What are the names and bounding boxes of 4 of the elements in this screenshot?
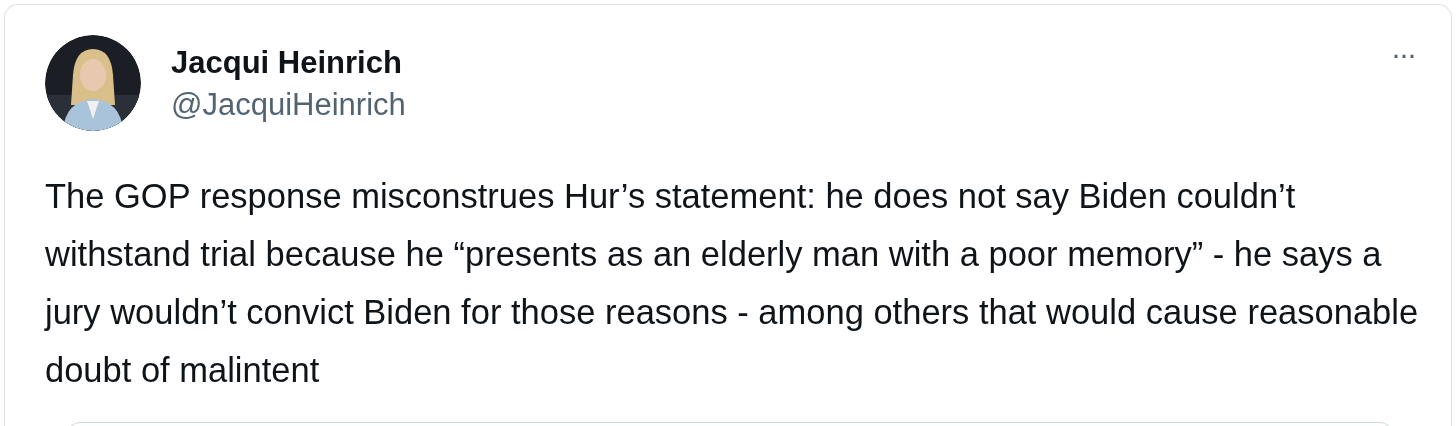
tweet-text: The GOP response misconstrues Hur’s statement: he does not say Biden couldn’t withstand trial because he “presents as an elderly man with a poor memory” - he says a jury wouldn’t convict Biden for those reasons - among others that would cause reasonable doubt of malintent bbox=[45, 176, 1420, 391]
author-handle[interactable]: @JacquiHeinrich bbox=[171, 83, 1361, 127]
more-button[interactable]: ··· bbox=[1391, 39, 1415, 69]
author-name[interactable]: Jacqui Heinrich bbox=[171, 43, 1361, 83]
